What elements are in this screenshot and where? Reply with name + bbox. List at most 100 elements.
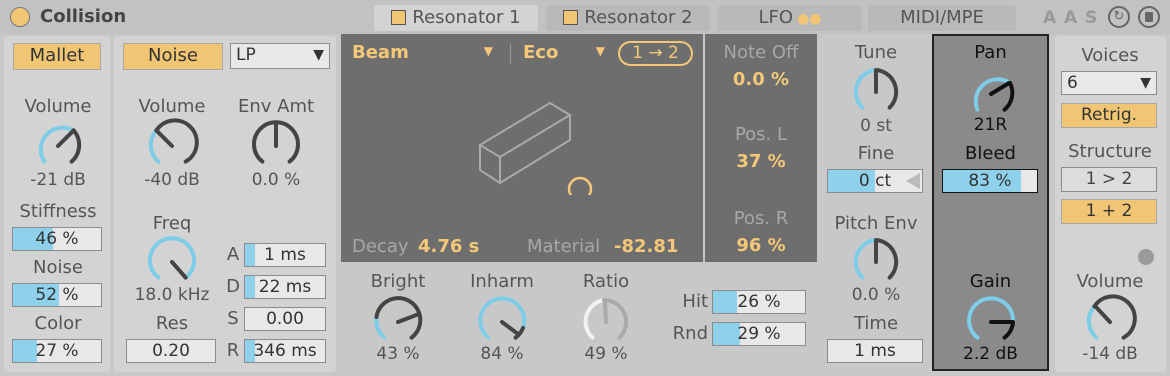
pitch-env-knob[interactable] <box>848 234 904 290</box>
color-value: 27 % <box>35 341 79 361</box>
adsr-d-field[interactable]: 22 ms <box>244 275 326 299</box>
fine-value: 0 ct <box>858 171 892 191</box>
chevron-down-icon: ▼ <box>313 47 324 63</box>
noise-volume-knob[interactable] <box>144 118 200 174</box>
adsr-d-fill <box>245 276 255 298</box>
time-value: 1 ms <box>854 341 896 361</box>
quality-value: Eco <box>523 42 559 63</box>
pos-l-label: Pos. L <box>734 124 788 145</box>
fine-arrow-icon <box>906 173 920 189</box>
adsr-s-label: S <box>227 308 239 329</box>
tune-value: 0 st <box>860 116 892 136</box>
ratio-knob[interactable] <box>578 294 634 350</box>
color-fill <box>13 340 37 362</box>
noise-amount-slider[interactable]: 52 % <box>12 283 102 307</box>
note-off-label: Note Off <box>723 42 799 63</box>
tab-checkbox-icon <box>391 10 407 25</box>
pan-knob[interactable] <box>963 66 1019 122</box>
tab-resonator-2[interactable]: Resonator 2 <box>546 5 710 31</box>
pitch-env-label: Pitch Env <box>834 213 918 234</box>
device-title: Collision <box>40 6 127 27</box>
letter-s-icon[interactable]: S <box>1085 8 1097 28</box>
rnd-value: 29 % <box>737 324 781 344</box>
rnd-fill <box>713 323 740 345</box>
resonator-type-value: Beam <box>352 42 409 63</box>
hit-label: Hit <box>682 291 708 312</box>
noise-volume-label: Volume <box>138 96 206 117</box>
adsr-s-value: 0.00 <box>266 309 304 329</box>
adsr-r-field[interactable]: 346 ms <box>244 339 326 363</box>
rnd-slider[interactable]: 29 % <box>712 322 806 346</box>
global-volume-label: Volume <box>1076 271 1144 292</box>
quality-dropdown[interactable]: Eco ▼ <box>523 42 607 66</box>
bright-knob[interactable] <box>370 294 426 350</box>
tab-midi-mpe[interactable]: MIDI/MPE <box>868 5 1016 31</box>
adsr-a-label: A <box>226 244 240 265</box>
gain-label: Gain <box>969 271 1012 292</box>
material-label: Material <box>527 236 601 257</box>
noise-amount-value: 52 % <box>35 285 79 305</box>
adsr-s-field[interactable]: 0.00 <box>244 307 326 331</box>
material-value[interactable]: -82.81 <box>614 236 678 257</box>
global-volume-value: -14 dB <box>1082 344 1138 364</box>
letter-a-icon[interactable]: A <box>1064 8 1077 28</box>
env-amt-label: Env Amt <box>237 96 315 117</box>
inharm-knob[interactable] <box>474 294 530 350</box>
voices-label: Voices <box>1081 45 1139 66</box>
mallet-toggle-button[interactable]: Mallet <box>13 43 101 70</box>
refresh-icon[interactable]: ↻ <box>1108 6 1130 28</box>
mallet-volume-knob[interactable] <box>30 118 86 174</box>
structure-serial-button[interactable]: 1 > 2 <box>1061 167 1157 192</box>
global-volume-knob[interactable] <box>1082 294 1138 350</box>
freq-label: Freq <box>152 213 192 234</box>
decay-value[interactable]: 4.76 s <box>418 236 479 257</box>
retrig-button[interactable]: Retrig. <box>1061 103 1157 128</box>
env-amt-knob[interactable] <box>248 118 304 174</box>
voices-dropdown[interactable]: 6 ▼ <box>1061 71 1157 95</box>
tab-checkbox-icon <box>563 10 579 25</box>
tab-label: Resonator 2 <box>584 7 693 28</box>
bright-label: Bright <box>370 271 426 292</box>
stiffness-slider[interactable]: 46 % <box>12 227 102 251</box>
routing-toggle[interactable]: 1 → 2 <box>618 41 693 66</box>
tune-label: Tune <box>854 42 898 63</box>
tab-label: LFO <box>758 7 794 28</box>
pan-label: Pan <box>974 42 1007 63</box>
adsr-d-value: 22 ms <box>258 277 312 297</box>
note-off-value[interactable]: 0.0 % <box>705 69 817 90</box>
hit-slider[interactable]: 26 % <box>712 290 806 314</box>
pitch-env-value: 0.0 % <box>851 285 901 305</box>
ratio-value: 49 % <box>584 344 628 364</box>
hit-fill <box>713 291 737 313</box>
time-field[interactable]: 1 ms <box>827 339 923 363</box>
save-icon[interactable] <box>1138 6 1160 28</box>
freq-knob[interactable] <box>144 234 200 290</box>
resonator-type-dropdown[interactable]: Beam ▼ <box>352 42 497 66</box>
device-on-toggle[interactable] <box>10 7 30 27</box>
noise-toggle-button[interactable]: Noise <box>123 43 223 70</box>
tab-label: MIDI/MPE <box>900 7 984 28</box>
env-amt-value: 0.0 % <box>251 170 301 190</box>
mallet-volume-label: Volume <box>24 96 92 117</box>
ratio-label: Ratio <box>582 271 630 292</box>
res-field[interactable]: 0.20 <box>126 339 216 363</box>
adsr-r-label: R <box>226 340 240 361</box>
pos-r-value[interactable]: 96 % <box>705 235 817 256</box>
res-value: 0.20 <box>152 341 190 361</box>
structure-parallel-button[interactable]: 1 + 2 <box>1061 199 1157 224</box>
stiffness-label: Stiffness <box>19 201 97 222</box>
adsr-a-field[interactable]: 1 ms <box>244 243 326 267</box>
gain-value: 2.2 dB <box>963 344 1018 364</box>
color-slider[interactable]: 27 % <box>12 339 102 363</box>
inharm-label: Inharm <box>470 271 534 292</box>
bleed-slider[interactable]: 83 % <box>942 169 1038 193</box>
letter-a-icon[interactable]: A <box>1043 8 1056 28</box>
tab-lfo[interactable]: LFO ●● <box>718 5 862 31</box>
tune-knob[interactable] <box>848 64 904 120</box>
tab-resonator-1[interactable]: Resonator 1 <box>374 5 538 31</box>
bleed-label: Bleed <box>965 143 1016 164</box>
filter-type-dropdown[interactable]: LP ▼ <box>230 43 330 69</box>
pos-l-value[interactable]: 37 % <box>705 151 817 172</box>
gain-knob[interactable] <box>963 294 1019 350</box>
bright-value: 43 % <box>376 344 420 364</box>
